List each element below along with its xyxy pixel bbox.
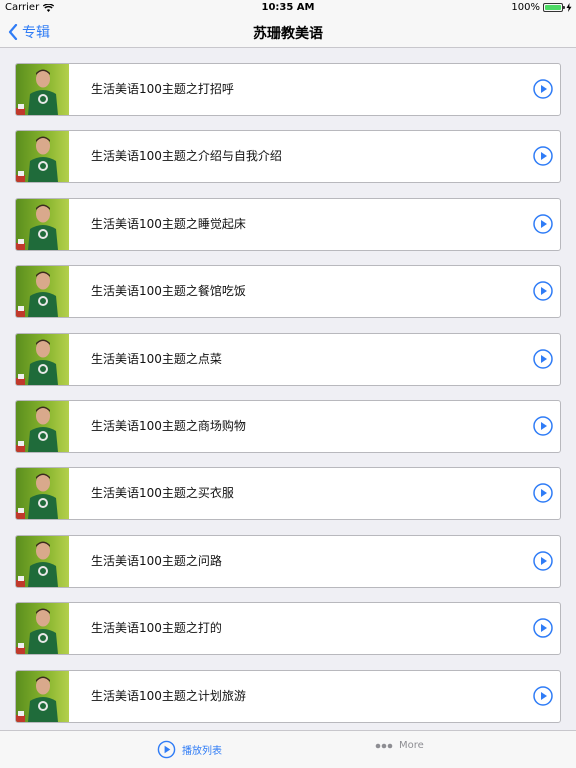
episode-title: 生活美语100主题之商场购物 [91, 419, 246, 433]
episode-thumbnail [16, 671, 69, 722]
navigation-bar: 专辑 苏珊教美语 [0, 16, 576, 48]
episode-thumbnail [16, 266, 69, 317]
episode-thumbnail [16, 64, 69, 115]
episode-thumbnail [16, 536, 69, 587]
episode-thumbnail [16, 334, 69, 385]
list-item[interactable]: 生活美语100主题之计划旅游 [15, 670, 561, 723]
episode-thumbnail [16, 199, 69, 250]
play-icon[interactable] [533, 551, 553, 571]
battery-status: 100% [511, 2, 572, 13]
list-item[interactable]: 生活美语100主题之打的 [15, 602, 561, 655]
battery-icon [543, 3, 565, 12]
play-circle-icon [157, 740, 176, 759]
tab-bar: 播放列表 More [0, 730, 576, 768]
play-icon[interactable] [533, 214, 553, 234]
episode-thumbnail [16, 131, 69, 182]
list-item[interactable]: 生活美语100主题之介绍与自我介绍 [15, 130, 561, 183]
play-icon[interactable] [533, 618, 553, 638]
status-time: 10:35 AM [261, 2, 315, 13]
list-item[interactable]: 生活美语100主题之商场购物 [15, 400, 561, 453]
list-item[interactable]: 生活美语100主题之问路 [15, 535, 561, 588]
play-icon[interactable] [533, 483, 553, 503]
status-bar: Carrier 10:35 AM 100% [0, 0, 576, 16]
play-icon[interactable] [533, 281, 553, 301]
episode-title: 生活美语100主题之计划旅游 [91, 689, 246, 703]
charging-bolt-icon [566, 3, 572, 12]
play-icon[interactable] [533, 146, 553, 166]
episode-title: 生活美语100主题之打的 [91, 621, 222, 635]
episode-thumbnail [16, 468, 69, 519]
tab-more[interactable]: More [375, 740, 424, 751]
episode-title: 生活美语100主题之买衣服 [91, 486, 234, 500]
list-item[interactable]: 生活美语100主题之睡觉起床 [15, 198, 561, 251]
list-item[interactable]: 生活美语100主题之餐馆吃饭 [15, 265, 561, 318]
tab-playlist-label: 播放列表 [182, 746, 222, 757]
episode-title: 生活美语100主题之问路 [91, 554, 222, 568]
play-icon[interactable] [533, 686, 553, 706]
page-title: 苏珊教美语 [253, 26, 323, 42]
battery-percent: 100% [511, 2, 540, 13]
list-item[interactable]: 生活美语100主题之买衣服 [15, 467, 561, 520]
episode-title: 生活美语100主题之餐馆吃饭 [91, 284, 246, 298]
episode-thumbnail [16, 401, 69, 452]
list-item[interactable]: 生活美语100主题之打招呼 [15, 63, 561, 116]
episode-title: 生活美语100主题之睡觉起床 [91, 217, 246, 231]
play-icon[interactable] [533, 349, 553, 369]
episode-thumbnail [16, 603, 69, 654]
episode-title: 生活美语100主题之介绍与自我介绍 [91, 149, 282, 163]
episode-title: 生活美语100主题之打招呼 [91, 82, 234, 96]
play-icon[interactable] [533, 416, 553, 436]
list-item[interactable]: 生活美语100主题之点菜 [15, 333, 561, 386]
play-icon[interactable] [533, 79, 553, 99]
episode-title: 生活美语100主题之点菜 [91, 352, 222, 366]
tab-more-label: More [399, 740, 424, 751]
tab-playlist[interactable]: 播放列表 [157, 740, 222, 759]
more-dots-icon [375, 743, 393, 748]
